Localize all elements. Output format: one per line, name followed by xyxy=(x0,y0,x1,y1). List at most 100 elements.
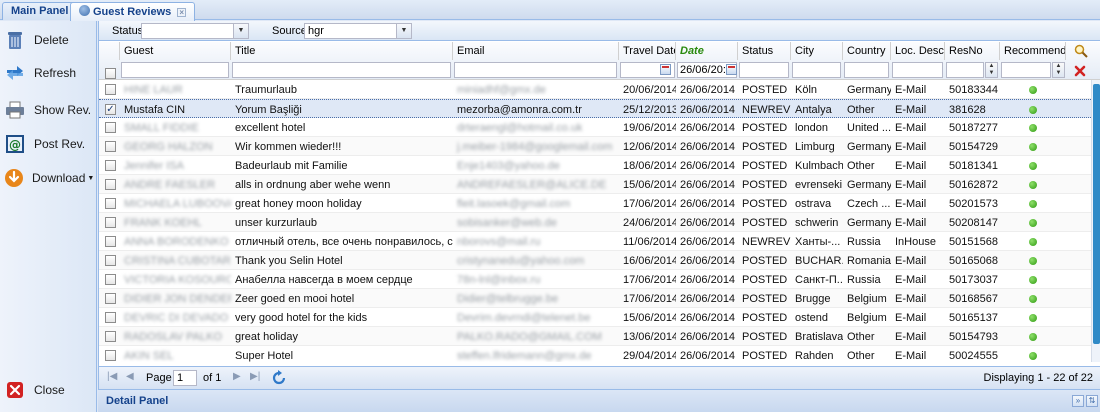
table-row[interactable]: ANNA BORODENKO отличный отель, все очень … xyxy=(99,232,1091,251)
table-row[interactable]: ✓ Mustafa CIN Yorum Başliği mezorba@amonra.… xyxy=(99,99,1091,118)
cell-title: Badeurlaub mit Familie xyxy=(235,160,348,172)
table-row[interactable]: CRISTINA CUBOTARIU Thank you Selin Hotel c… xyxy=(99,251,1091,270)
table-row[interactable]: SMALL FIDDIE excellent hotel drteraengl@ho… xyxy=(99,118,1091,137)
table-row[interactable]: DEVRIC DI DEVADO very good hotel for the … xyxy=(99,308,1091,327)
cell-email: cristynanedu@yahoo.com xyxy=(457,255,585,267)
column-header-country[interactable]: Country xyxy=(843,42,891,60)
cell-recommend xyxy=(1000,270,1066,289)
refresh-label: Refresh xyxy=(34,66,77,80)
email-filter-input[interactable] xyxy=(454,62,617,78)
cell-country: Other xyxy=(847,350,875,362)
previous-page-icon[interactable]: ◀ xyxy=(126,371,134,382)
chevron-down-icon[interactable]: ▼ xyxy=(396,24,411,38)
row-checkbox[interactable] xyxy=(105,293,116,304)
refresh-icon[interactable] xyxy=(271,370,287,386)
status-filter-combo[interactable]: ▼ xyxy=(141,23,249,39)
clear-filter-icon[interactable] xyxy=(1074,65,1086,77)
status-filter-input[interactable] xyxy=(739,62,789,78)
guest-reviews-icon xyxy=(79,5,90,16)
source-filter-combo[interactable]: hgr ▼ xyxy=(304,23,412,39)
travel-date-filter-input[interactable] xyxy=(620,62,675,78)
row-checkbox[interactable] xyxy=(105,312,116,323)
table-row[interactable]: FRANK KOEHL unser kurzurlaub sobisanker@we… xyxy=(99,213,1091,232)
show-review-button[interactable]: Show Rev. xyxy=(4,96,94,124)
table-row[interactable]: Jennifer ISA Badeurlaub mit Familie Enje14… xyxy=(99,156,1091,175)
title-filter-input[interactable] xyxy=(232,62,451,78)
column-header-loc-desc[interactable]: Loc. Desc xyxy=(891,42,945,60)
tab-guest-reviews[interactable]: Guest Reviews × xyxy=(70,2,196,21)
table-row[interactable]: MICHAELA LUBOOVA great honey moon holiday… xyxy=(99,194,1091,213)
close-button[interactable]: Close xyxy=(4,376,94,404)
refresh-button[interactable]: Refresh xyxy=(4,59,94,87)
row-checkbox[interactable] xyxy=(105,236,116,247)
city-filter-input[interactable] xyxy=(792,62,841,78)
first-page-icon[interactable]: |◀ xyxy=(107,371,117,382)
row-checkbox[interactable] xyxy=(105,255,116,266)
last-page-icon[interactable]: ▶| xyxy=(250,371,260,382)
calendar-icon[interactable] xyxy=(726,64,737,75)
tab-main-panel[interactable]: Main Panel xyxy=(2,2,78,20)
post-review-label: Post Rev. xyxy=(34,137,86,151)
cell-email: fleit.lasoek@gmail.com xyxy=(457,198,571,210)
download-label: Download xyxy=(32,171,86,185)
cell-date: 26/06/2014 xyxy=(680,122,736,134)
post-review-button[interactable]: @ Post Rev. xyxy=(4,130,94,158)
delete-button[interactable]: Delete xyxy=(4,26,94,54)
cell-loc-desc: E-Mail xyxy=(895,274,927,286)
column-header-travel-date[interactable]: Travel Date xyxy=(619,42,676,60)
resno-spinner[interactable]: ▲ ▼ xyxy=(985,62,998,78)
resno-filter-input[interactable] xyxy=(946,62,984,78)
column-header-date[interactable]: Date xyxy=(676,42,738,60)
guest-filter-input[interactable] xyxy=(121,62,229,78)
row-checkbox[interactable]: ✓ xyxy=(105,104,116,115)
column-header-email[interactable]: Email xyxy=(453,42,619,60)
recommend-filter-input[interactable] xyxy=(1001,62,1051,78)
cell-country: Germany xyxy=(847,179,891,191)
table-row[interactable]: GEORG HALZON Wir kommen wieder!!! j.meiber… xyxy=(99,137,1091,156)
page-number-input[interactable]: 1 xyxy=(173,370,197,386)
next-page-icon[interactable]: ▶ xyxy=(233,371,241,382)
row-checkbox[interactable] xyxy=(105,331,116,342)
table-row[interactable]: RADOSLAV PALKO great holiday PALKO.RADO@GM… xyxy=(99,327,1091,346)
detail-panel-header[interactable]: Detail Panel » ⇅ xyxy=(98,389,1100,412)
cell-travel-date: 15/06/2014 xyxy=(623,312,676,324)
source-filter-value: hgr xyxy=(308,25,324,37)
table-row[interactable]: ANDRE FAESLER alls in ordnung aber wehe w… xyxy=(99,175,1091,194)
row-checkbox[interactable] xyxy=(105,350,116,361)
row-checkbox[interactable] xyxy=(105,198,116,209)
country-filter-input[interactable] xyxy=(844,62,889,78)
cell-date: 26/06/2014 xyxy=(680,141,736,153)
column-header-resno[interactable]: ResNo xyxy=(945,42,1000,60)
restore-icon[interactable]: ⇅ xyxy=(1086,395,1098,407)
column-header-guest[interactable]: Guest xyxy=(120,42,231,60)
search-icon[interactable] xyxy=(1074,44,1088,58)
loc-desc-filter-input[interactable] xyxy=(892,62,943,78)
tab-close-icon[interactable]: × xyxy=(177,8,187,17)
row-checkbox[interactable] xyxy=(105,84,116,95)
recommend-green-dot-icon xyxy=(1029,352,1037,360)
collapse-down-icon[interactable]: » xyxy=(1072,395,1084,407)
table-row[interactable]: VICTORIA KOSOUROVA Анабелла навсегда в мо… xyxy=(99,270,1091,289)
column-header-title[interactable]: Title xyxy=(231,42,453,60)
table-row[interactable]: AKIN SEL Super Hotel steffen.lfridemann@gm… xyxy=(99,346,1091,362)
calendar-icon[interactable] xyxy=(660,64,671,75)
row-checkbox[interactable] xyxy=(105,141,116,152)
row-checkbox[interactable] xyxy=(105,179,116,190)
scrollbar-thumb[interactable] xyxy=(1093,84,1100,344)
cell-status: NEWREV xyxy=(742,104,791,116)
table-row[interactable]: HINE LAUR Traumurlaub miniadhf@gmx.de 20/06… xyxy=(99,80,1091,99)
column-header-status[interactable]: Status xyxy=(738,42,791,60)
cell-loc-desc: E-Mail xyxy=(895,350,927,362)
cell-title: Wir kommen wieder!!! xyxy=(235,141,342,153)
row-checkbox[interactable] xyxy=(105,274,116,285)
column-header-recommend[interactable]: Recommend xyxy=(1000,42,1066,60)
row-checkbox[interactable] xyxy=(105,160,116,171)
column-header-city[interactable]: City xyxy=(791,42,843,60)
table-row[interactable]: DIDIER JON DENDERS Zeer goed en mooi hote… xyxy=(99,289,1091,308)
recommend-spinner[interactable]: ▲ ▼ xyxy=(1052,62,1065,78)
row-checkbox[interactable] xyxy=(105,217,116,228)
download-button[interactable]: Download ▼ xyxy=(4,164,94,192)
row-checkbox[interactable] xyxy=(105,122,116,133)
chevron-down-icon[interactable]: ▼ xyxy=(233,24,248,38)
vertical-scrollbar[interactable] xyxy=(1091,80,1100,362)
